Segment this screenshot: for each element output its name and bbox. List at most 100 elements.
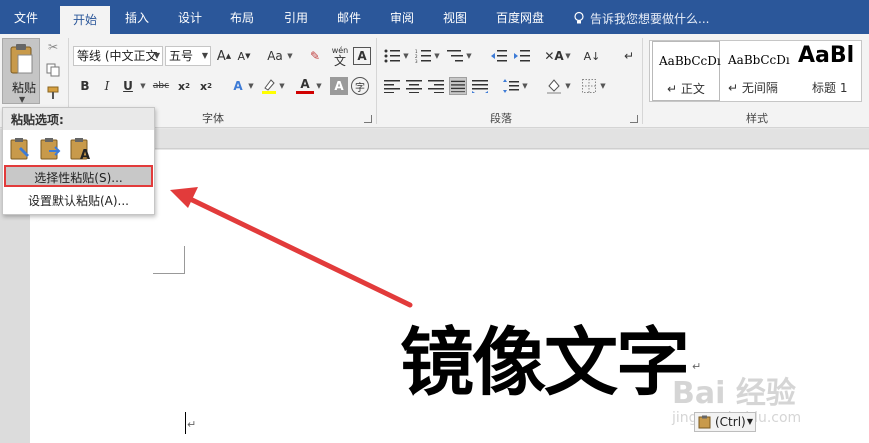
paragraph-dialog-launcher-icon[interactable] bbox=[630, 115, 638, 123]
tab-review[interactable]: 审阅 bbox=[378, 0, 426, 34]
tab-view[interactable]: 视图 bbox=[431, 0, 479, 34]
numbering-icon[interactable]: 123 bbox=[414, 47, 432, 65]
strikethrough-icon[interactable]: abc bbox=[152, 77, 170, 95]
paste-label: 粘贴 bbox=[12, 81, 37, 95]
phonetic-guide-icon[interactable]: wén 文 bbox=[330, 44, 350, 68]
styles-gallery: AaBbCcDı ↵ 正文 AaBbCcDı ↵ 无间隔 AaBl 标题 1 bbox=[649, 40, 862, 102]
chevron-down-icon: ▼ bbox=[201, 51, 208, 60]
font-name-combo[interactable]: 等线 (中文正文 ▼ bbox=[73, 46, 163, 66]
font-size-value: 五号 bbox=[169, 49, 194, 63]
chevron-down-icon[interactable]: ▼ bbox=[466, 47, 472, 65]
font-color-icon[interactable]: A bbox=[296, 77, 314, 95]
style-normal[interactable]: AaBbCcDı ↵ 正文 bbox=[652, 41, 721, 101]
font-name-value: 等线 (中文正文 bbox=[77, 49, 158, 63]
underline-icon[interactable]: U bbox=[119, 77, 137, 95]
chevron-down-icon[interactable]: ▼ bbox=[434, 47, 440, 65]
merge-formatting-icon[interactable] bbox=[39, 137, 63, 161]
style-heading-1[interactable]: AaBl 标题 1 bbox=[794, 41, 862, 101]
increase-indent-icon[interactable] bbox=[513, 47, 531, 65]
line-spacing-icon[interactable] bbox=[502, 77, 520, 95]
chevron-down-icon: ▼ bbox=[153, 51, 160, 60]
set-default-paste-item[interactable]: 设置默认粘贴(A)... bbox=[4, 190, 153, 212]
align-center-icon[interactable] bbox=[405, 77, 423, 95]
bullets-icon[interactable] bbox=[383, 47, 401, 65]
chevron-down-icon[interactable]: ▼ bbox=[140, 77, 146, 95]
bold-icon[interactable]: B bbox=[76, 77, 94, 95]
keep-source-formatting-icon[interactable] bbox=[9, 137, 33, 161]
change-case-icon[interactable]: Aa bbox=[264, 47, 286, 65]
italic-icon[interactable]: I bbox=[98, 77, 116, 95]
styles-group-label: 样式 bbox=[746, 112, 768, 125]
subscript-icon[interactable]: x2 bbox=[175, 77, 193, 95]
tab-design[interactable]: 设计 bbox=[166, 0, 214, 34]
character-shading-icon[interactable]: A bbox=[330, 77, 348, 95]
clipboard-icon bbox=[698, 415, 711, 429]
style-sample: AaBbCcDı bbox=[728, 53, 790, 67]
chevron-down-icon[interactable]: ▼ bbox=[287, 47, 293, 65]
character-border-icon[interactable]: A bbox=[353, 47, 371, 65]
style-name: ↵ 无间隔 bbox=[728, 81, 778, 95]
chevron-down-icon[interactable]: ▼ bbox=[522, 77, 528, 95]
paste-button[interactable]: 粘贴 ▼ bbox=[2, 38, 40, 104]
chevron-down-icon[interactable]: ▼ bbox=[316, 77, 322, 95]
align-right-icon[interactable] bbox=[427, 77, 445, 95]
ctrl-label: (Ctrl) bbox=[715, 415, 746, 429]
special-paste-item[interactable]: 选择性粘贴(S)... bbox=[4, 165, 153, 187]
chevron-down-icon[interactable]: ▼ bbox=[279, 77, 285, 95]
horizontal-ruler bbox=[30, 129, 869, 149]
svg-text:3: 3 bbox=[415, 59, 418, 63]
paste-dropdown-arrow[interactable]: ▼ bbox=[19, 95, 25, 104]
asian-layout-icon[interactable]: ✕A bbox=[544, 47, 563, 65]
text-effects-icon[interactable]: A bbox=[229, 77, 247, 95]
tab-insert[interactable]: 插入 bbox=[113, 0, 161, 34]
lightbulb-icon bbox=[574, 11, 584, 24]
highlight-color-icon[interactable] bbox=[260, 77, 278, 95]
decrease-indent-icon[interactable] bbox=[490, 47, 508, 65]
tab-references[interactable]: 引用 bbox=[272, 0, 320, 34]
superscript-icon[interactable]: x2 bbox=[197, 77, 215, 95]
cut-icon[interactable]: ✂ bbox=[44, 38, 62, 56]
font-dialog-launcher-icon[interactable] bbox=[364, 115, 372, 123]
tell-me-text: 告诉我您想要做什么... bbox=[590, 12, 710, 26]
justify-icon[interactable] bbox=[449, 77, 467, 95]
chevron-down-icon[interactable]: ▼ bbox=[403, 47, 409, 65]
paste-options-header: 粘贴选项: bbox=[3, 108, 154, 130]
format-painter-icon[interactable] bbox=[44, 84, 62, 102]
tab-baidu-netdisk[interactable]: 百度网盘 bbox=[487, 0, 553, 34]
paragraph-mark: ↵ bbox=[187, 418, 197, 431]
tab-home[interactable]: 开始 bbox=[60, 6, 110, 34]
text-cursor bbox=[185, 412, 186, 434]
style-sample: AaBbCcDı bbox=[659, 54, 721, 68]
keep-text-only-icon[interactable]: A bbox=[69, 137, 93, 161]
distributed-icon[interactable] bbox=[471, 77, 489, 95]
show-marks-icon[interactable]: ↵ bbox=[620, 47, 638, 65]
clipboard-paste-icon bbox=[10, 44, 33, 74]
chevron-down-icon[interactable]: ▼ bbox=[248, 77, 254, 95]
font-size-combo[interactable]: 五号 ▼ bbox=[165, 46, 211, 66]
enclose-characters-icon[interactable]: 字 bbox=[351, 77, 369, 95]
chevron-down-icon[interactable]: ▼ bbox=[565, 47, 571, 65]
style-name: ↵ 正文 bbox=[667, 82, 705, 96]
tab-mailings[interactable]: 邮件 bbox=[325, 0, 373, 34]
tab-file[interactable]: 文件 bbox=[0, 0, 52, 34]
font-group-label: 字体 bbox=[202, 112, 224, 125]
grow-font-icon[interactable]: A ▲ bbox=[215, 47, 233, 65]
document-text[interactable]: 镜像文字 bbox=[400, 303, 690, 410]
align-left-icon[interactable] bbox=[383, 77, 401, 95]
shading-icon[interactable] bbox=[545, 77, 563, 95]
style-no-spacing[interactable]: AaBbCcDı ↵ 无间隔 bbox=[722, 41, 792, 101]
clear-formatting-icon[interactable]: ✎ bbox=[306, 47, 324, 65]
tab-layout[interactable]: 布局 bbox=[218, 0, 266, 34]
chevron-down-icon[interactable]: ▼ bbox=[565, 77, 571, 95]
style-sample: AaBl bbox=[798, 43, 855, 68]
sort-icon[interactable]: A↓ bbox=[583, 47, 601, 65]
paste-options-menu: 粘贴选项: A 选择性粘贴(S)... 设置默认粘贴(A)... bbox=[2, 107, 155, 215]
borders-icon[interactable] bbox=[580, 77, 598, 95]
tell-me-search[interactable]: 告诉我您想要做什么... bbox=[572, 0, 709, 34]
margin-corner-mark bbox=[153, 246, 185, 274]
paste-options-chip[interactable]: (Ctrl) ▼ bbox=[694, 412, 756, 432]
shrink-font-icon[interactable]: A ▼ bbox=[235, 47, 253, 65]
multilevel-list-icon[interactable] bbox=[446, 47, 464, 65]
chevron-down-icon[interactable]: ▼ bbox=[600, 77, 606, 95]
copy-icon[interactable] bbox=[44, 61, 62, 79]
